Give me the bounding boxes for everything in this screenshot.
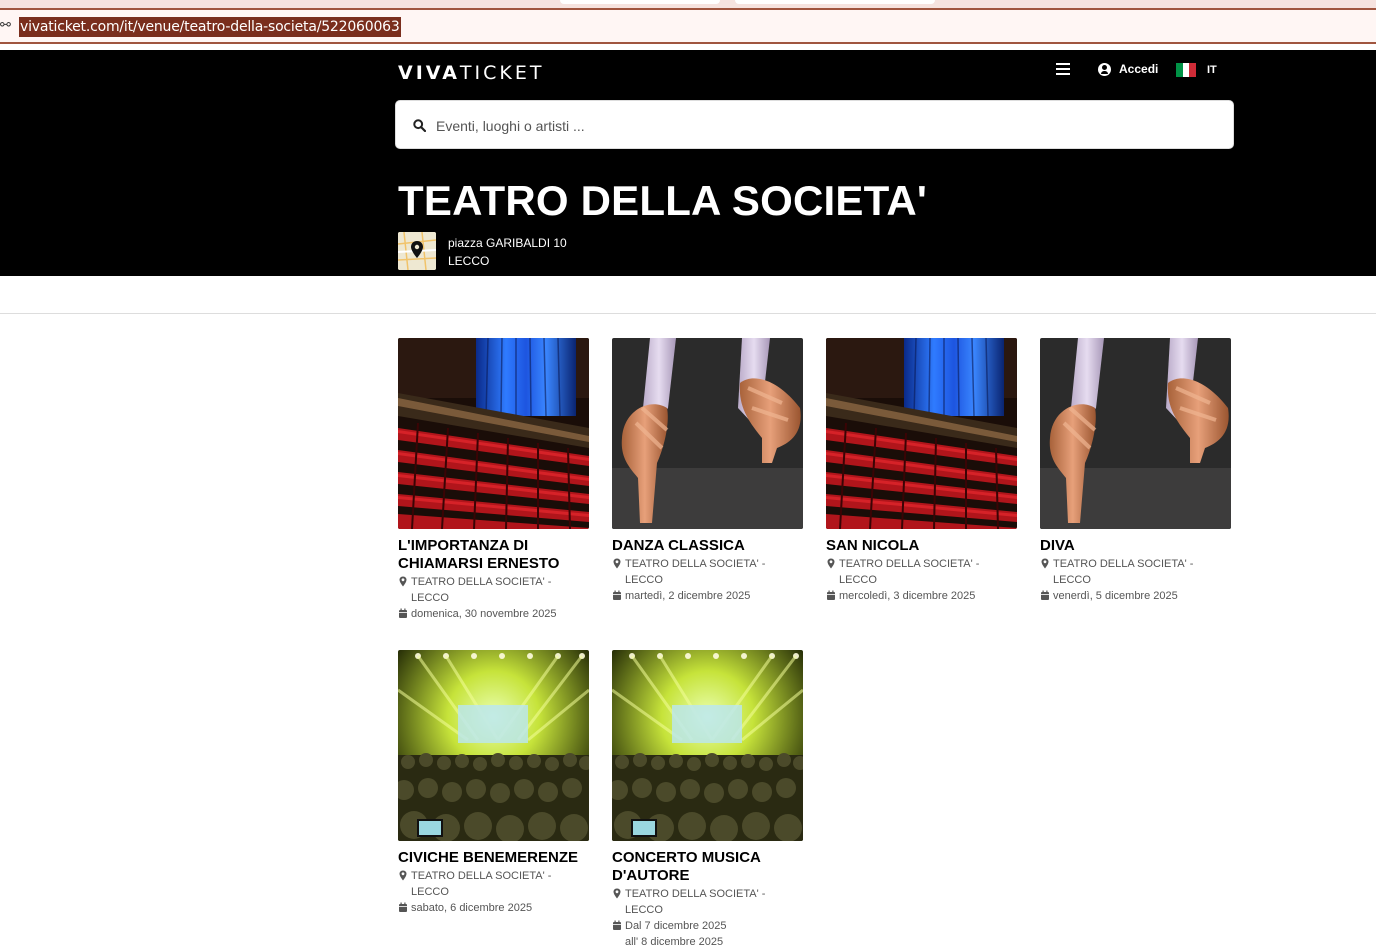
address-bar[interactable]: ⚯ vivaticket.com/it/venue/teatro-della-s…	[0, 8, 1376, 44]
event-venue-label: TEATRO DELLA SOCIETA' - LECCO	[839, 558, 980, 586]
login-label: Accedi	[1119, 62, 1159, 76]
url-text[interactable]: vivaticket.com/it/venue/teatro-della-soc…	[19, 17, 401, 37]
event-venue-label: TEATRO DELLA SOCIETA' - LECCO	[625, 558, 766, 586]
vivaticket-logo[interactable]: VIVATICKET	[398, 62, 544, 84]
event-venue: TEATRO DELLA SOCIETA' - LECCO	[826, 556, 1017, 588]
location-pin-icon	[399, 576, 407, 587]
event-venue: TEATRO DELLA SOCIETA' - LECCO	[612, 556, 803, 588]
event-title[interactable]: CONCERTO MUSICA D'AUTORE	[612, 849, 803, 885]
event-card[interactable]: DANZA CLASSICA TEATRO DELLA SOCIETA' - L…	[612, 338, 803, 604]
event-venue: TEATRO DELLA SOCIETA' - LECCO	[398, 868, 589, 900]
calendar-icon	[613, 590, 621, 600]
address-street: piazza GARIBALDI 10	[448, 236, 567, 250]
language-label: IT	[1207, 64, 1217, 76]
browser-tab[interactable]	[560, 0, 720, 4]
event-venue-label: TEATRO DELLA SOCIETA' - LECCO	[625, 888, 766, 916]
event-title[interactable]: DIVA	[1040, 537, 1231, 555]
search-input[interactable]	[434, 111, 1218, 141]
event-date: Dal 7 dicembre 2025	[612, 918, 803, 934]
event-date: martedì, 2 dicembre 2025	[612, 588, 803, 604]
event-date: venerdì, 5 dicembre 2025	[1040, 588, 1231, 604]
event-image[interactable]	[826, 338, 1017, 529]
event-date: mercoledì, 3 dicembre 2025	[826, 588, 1017, 604]
page-title: TEATRO DELLA SOCIETA'	[398, 177, 928, 224]
event-card[interactable]: L'IMPORTANZA DI CHIAMARSI ERNESTO TEATRO…	[398, 338, 589, 622]
event-date: sabato, 6 dicembre 2025	[398, 900, 589, 916]
site-header: VIVATICKET Accedi IT TEATRO DELLA SOCIET…	[0, 50, 1376, 276]
user-icon	[1098, 62, 1111, 76]
italy-flag-icon	[1176, 63, 1197, 77]
event-image[interactable]	[398, 650, 589, 841]
calendar-icon	[827, 590, 835, 600]
map-thumbnail[interactable]	[398, 232, 436, 270]
search-box[interactable]	[395, 100, 1234, 149]
location-pin-icon	[827, 558, 835, 569]
location-pin-icon	[613, 558, 621, 569]
location-pin-icon	[399, 870, 407, 881]
event-date-label: sabato, 6 dicembre 2025	[411, 902, 533, 914]
browser-tab-strip	[0, 0, 1376, 8]
event-venue-label: TEATRO DELLA SOCIETA' - LECCO	[411, 576, 552, 604]
venue-address: piazza GARIBALDI 10 LECCO	[448, 234, 567, 270]
event-image[interactable]	[612, 650, 803, 841]
calendar-icon	[399, 902, 407, 912]
site-info-icon[interactable]: ⚯	[0, 18, 11, 33]
event-title[interactable]: DANZA CLASSICA	[612, 537, 803, 555]
calendar-icon	[399, 608, 407, 618]
event-image[interactable]	[1040, 338, 1231, 529]
event-title[interactable]: L'IMPORTANZA DI CHIAMARSI ERNESTO	[398, 537, 589, 573]
login-button[interactable]: Accedi	[1098, 62, 1158, 76]
event-date: domenica, 30 novembre 2025	[398, 606, 589, 622]
language-selector[interactable]: IT	[1176, 63, 1217, 77]
browser-tab[interactable]	[735, 0, 935, 4]
event-card[interactable]: SAN NICOLA TEATRO DELLA SOCIETA' - LECCO…	[826, 338, 1017, 604]
event-image[interactable]	[398, 338, 589, 529]
event-card[interactable]: CIVICHE BENEMERENZE TEATRO DELLA SOCIETA…	[398, 650, 589, 916]
location-pin-icon	[613, 888, 621, 899]
location-pin-icon	[1041, 558, 1049, 569]
hamburger-menu-icon[interactable]	[1056, 63, 1070, 75]
event-venue: TEATRO DELLA SOCIETA' - LECCO	[1040, 556, 1231, 588]
address-city: LECCO	[448, 254, 490, 268]
event-title[interactable]: CIVICHE BENEMERENZE	[398, 849, 589, 867]
calendar-icon	[1041, 590, 1049, 600]
event-date-label: martedì, 2 dicembre 2025	[625, 590, 751, 602]
event-date-label: domenica, 30 novembre 2025	[411, 608, 557, 620]
calendar-icon	[613, 920, 621, 930]
event-title[interactable]: SAN NICOLA	[826, 537, 1017, 555]
event-venue-label: TEATRO DELLA SOCIETA' - LECCO	[411, 870, 552, 898]
event-date-label: mercoledì, 3 dicembre 2025	[839, 590, 976, 602]
event-venue: TEATRO DELLA SOCIETA' - LECCO	[398, 574, 589, 606]
event-date-label: venerdì, 5 dicembre 2025	[1053, 590, 1178, 602]
event-card[interactable]: CONCERTO MUSICA D'AUTORE TEATRO DELLA SO…	[612, 650, 803, 950]
section-divider	[0, 313, 1376, 314]
search-icon	[413, 119, 426, 132]
event-venue: TEATRO DELLA SOCIETA' - LECCO	[612, 886, 803, 918]
event-card[interactable]: DIVA TEATRO DELLA SOCIETA' - LECCO vener…	[1040, 338, 1231, 604]
event-venue-label: TEATRO DELLA SOCIETA' - LECCO	[1053, 558, 1194, 586]
event-image[interactable]	[612, 338, 803, 529]
event-date-label: Dal 7 dicembre 2025	[625, 920, 727, 932]
